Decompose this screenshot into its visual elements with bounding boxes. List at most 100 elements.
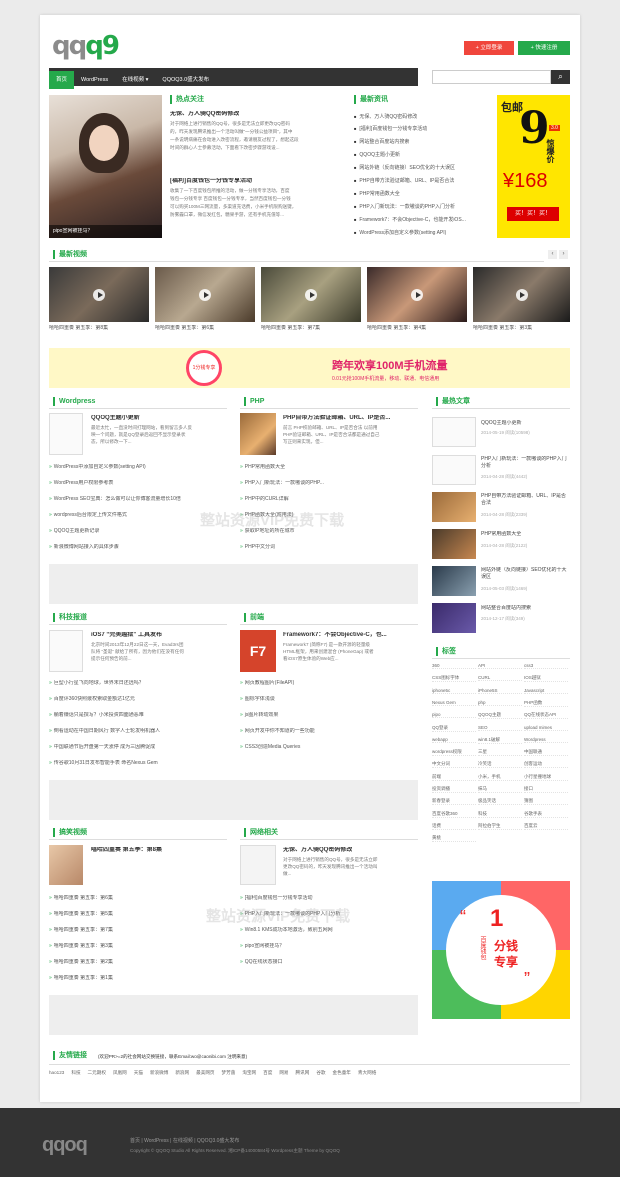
popular-thumb[interactable] — [432, 603, 476, 633]
frontend-list-item[interactable]: 网页开发中你不知道的一些功能 — [240, 728, 418, 735]
friend-link[interactable]: 梦芳菌 — [222, 1070, 236, 1075]
video-title[interactable]: 嘻哈四重奏 第五季：第3集 — [473, 325, 532, 332]
tag-item[interactable]: 新春登录 — [432, 798, 476, 806]
promo-ad[interactable]: 包邮 9 3.0 惊爆价 ¥168 买！买！买！ — [497, 95, 570, 238]
tech-list-item[interactable]: 巨型小行星飞向地球，世界末日还远吗？ — [49, 680, 227, 687]
footer-nav-item[interactable]: QQOQ3.0盛大发布 — [197, 1138, 240, 1144]
side-ad[interactable]: “ 1 分钱 专享 百度钱包 ” — [432, 881, 570, 1019]
friend-link[interactable]: 二元期权 — [88, 1070, 106, 1075]
tag-item[interactable]: 极品笑话 — [478, 798, 522, 806]
tag-item[interactable]: Javascript — [524, 688, 568, 694]
frontend-list-item[interactable]: 网页教程图片(FileAPI) — [240, 680, 418, 687]
tag-item[interactable]: 谷歌手表 — [524, 811, 568, 818]
wp-list-item[interactable]: 新浪微博网站接入的具体步骤 — [49, 544, 227, 551]
site-logo[interactable]: qqq9 — [52, 31, 120, 61]
video-title[interactable]: 嘻哈四重奏 第五季：第4集 — [367, 325, 426, 332]
popular-title[interactable]: 网站外链（反向链接）SEO优化的十大误区 — [481, 567, 570, 581]
tag-item[interactable]: 投资调播 — [432, 786, 476, 793]
video-thumb[interactable] — [49, 267, 149, 322]
funny-list-item[interactable]: 嘻哈四重奏 第五季：第3集 — [49, 943, 227, 950]
tag-item[interactable]: webapp — [432, 737, 476, 743]
funny-feature-image[interactable] — [49, 845, 83, 885]
popular-title[interactable]: PHP自带方法验证邮箱、URL、IP是否合法 — [481, 493, 570, 507]
hot-article2-title[interactable]: [福利]百度钱包一分钱专享活动 — [170, 178, 252, 185]
video-title[interactable]: 嘻哈四重奏 第五季：第6集 — [155, 325, 214, 332]
tag-item[interactable]: 小行星撞地球 — [524, 774, 568, 781]
frontend-list-item[interactable]: js图片转动效果 — [240, 712, 418, 719]
tag-item[interactable]: QQ登录 — [432, 725, 476, 732]
register-button[interactable]: + 快速注册 — [518, 41, 570, 55]
wp-list-item[interactable]: WordPress SEO宝典：怎么做可以让你博客流量增长10倍 — [49, 496, 227, 503]
popular-title[interactable]: QQOQ主题小更新 — [481, 420, 570, 427]
tag-item[interactable]: 百度云 — [524, 823, 568, 830]
tag-item[interactable]: 科技 — [478, 811, 522, 818]
news-item[interactable]: 网站整合百度站内搜索 — [354, 138, 490, 146]
tech-list-item[interactable]: 躺着赚话只是撰写？小米投资四面通恶难 — [49, 712, 227, 719]
friend-link[interactable]: 凤凰网 — [113, 1070, 127, 1075]
tag-item[interactable]: API — [478, 663, 522, 669]
popular-thumb[interactable] — [432, 417, 476, 447]
popular-title[interactable]: PHP入门新玩法：一款嗷谈的PHP入门分析 — [481, 456, 570, 470]
tag-item[interactable]: CSS图标字体 — [432, 675, 476, 683]
video-thumb[interactable] — [155, 267, 255, 322]
tech-list-item[interactable]: 中国联通节后开盘第一天涨停 成为三因腾促成 — [49, 744, 227, 751]
nav-item-home[interactable]: 首页 — [49, 71, 75, 89]
friend-link[interactable]: 科技 — [71, 1070, 80, 1075]
tech-feature-image[interactable] — [49, 630, 83, 672]
frontend-feature-title[interactable]: Framework7：不会Objective-C，也... — [283, 632, 418, 639]
funny-feature-title[interactable]: 嘻哈四重奏 第五季：第8集 — [91, 847, 162, 854]
news-item[interactable]: PHP自带方法验证邮箱、URL、IP是否合法 — [354, 177, 490, 185]
tag-item[interactable]: 360 — [432, 663, 476, 669]
tag-item[interactable]: 前端 — [432, 774, 476, 781]
network-list-item[interactable]: [福利]百度钱包一分钱专享活动 — [240, 895, 418, 902]
tag-item[interactable]: 黄桃 — [432, 835, 476, 843]
frontend-list-item[interactable]: 图标字体浅谈 — [240, 696, 418, 703]
tag-item[interactable]: wordpress权限 — [432, 749, 476, 757]
footer-nav-item[interactable]: WordPress — [144, 1138, 169, 1144]
network-feature-image[interactable] — [240, 845, 276, 885]
tag-item[interactable]: 创客运动 — [524, 761, 568, 769]
friend-link[interactable]: 新浪微博 — [150, 1070, 168, 1075]
tag-item[interactable]: win8.1破解 — [478, 737, 522, 744]
tag-item[interactable]: Wordpress — [524, 737, 568, 743]
network-list-item[interactable]: Win8.1 KMS成功本地激活，致别五网网 — [240, 927, 418, 934]
footer-nav-item[interactable]: 首页 — [130, 1138, 140, 1144]
nav-item-wordpress[interactable]: WordPress — [74, 71, 115, 89]
tag-item[interactable]: 中国联通 — [524, 749, 568, 757]
flow-banner[interactable]: 1分钱专享 跨年欢享100M手机流量 0.01元抢100M手机流量，移动、联通、… — [49, 348, 570, 388]
hot-article1-title[interactable]: 无保、万人骑QQ密码修改 — [170, 111, 239, 118]
video-thumb[interactable] — [473, 267, 570, 322]
tech-feature-title[interactable]: iOS7 “完美越狱” 工具发布 — [91, 632, 162, 639]
tag-item[interactable]: 小米，手机 — [478, 774, 522, 781]
funny-list-item[interactable]: 嘻哈四重奏 第五季：第7集 — [49, 927, 227, 934]
tag-item[interactable]: QQOQ主题 — [478, 712, 522, 720]
video-title[interactable]: 嘻哈四重奏 第五季：第7集 — [261, 325, 320, 332]
tech-list-item[interactable]: 百度评360快照嵌权索取金额达1亿元 — [49, 696, 227, 703]
news-item[interactable]: 网站外链（反向链接）SEO优化的十大误区 — [354, 164, 490, 172]
video-thumb[interactable] — [367, 267, 467, 322]
funny-list-item[interactable]: 嘻哈四重奏 第五季：第6集 — [49, 895, 227, 902]
footer-nav-item[interactable]: 在线视频 — [173, 1138, 193, 1144]
hot-feature-image[interactable]: pipo宣网被挂马？ — [49, 95, 162, 238]
tag-item[interactable]: 话费 — [432, 823, 476, 830]
tag-item[interactable]: PHP函数 — [524, 700, 568, 707]
tag-item[interactable]: php — [478, 700, 522, 706]
search-input[interactable] — [432, 70, 551, 84]
tech-list-item[interactable]: 传谷歌10月31日发布智能手表 命名Nexus Gem — [49, 760, 227, 767]
friend-link[interactable]: 金色童年 — [333, 1070, 351, 1075]
next-arrow-icon[interactable]: › — [559, 250, 568, 259]
wp-feature-image[interactable] — [49, 413, 83, 455]
ad-buy-button[interactable]: 买！买！买！ — [507, 207, 559, 221]
funny-list-item[interactable]: 嘻哈四重奏 第五季：第1集 — [49, 975, 227, 982]
funny-list-item[interactable]: 嘻哈四重奏 第五季：第5集 — [49, 911, 227, 918]
news-item[interactable]: PHP入门新玩法：一款嗷谈的PHP入门分析 — [354, 203, 490, 211]
news-item[interactable]: QQOQ主题小更新 — [354, 151, 490, 159]
search-icon[interactable]: ⌕ — [551, 70, 570, 84]
news-item[interactable]: 无保、万人骑QQ密码修改 — [354, 113, 490, 121]
php-feature-title[interactable]: PHP自带方法验证邮箱、URL、IP是否... — [283, 415, 418, 422]
popular-thumb[interactable] — [432, 492, 476, 522]
popular-thumb[interactable] — [432, 566, 476, 596]
friend-link[interactable]: 腾讯网 — [296, 1070, 310, 1075]
tag-item[interactable]: 抹马 — [478, 786, 522, 793]
network-feature-title[interactable]: 无保、万人骑QQ密码修改 — [283, 847, 352, 854]
